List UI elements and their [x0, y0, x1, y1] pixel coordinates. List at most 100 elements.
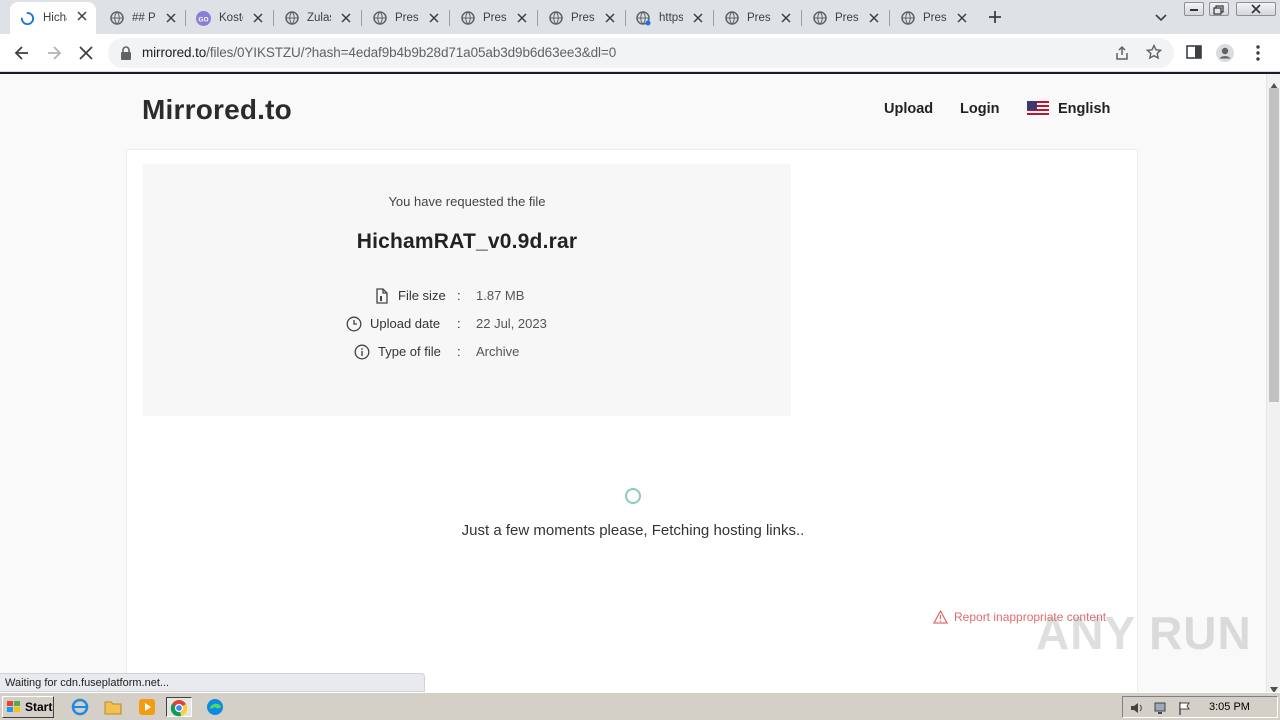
- globe-icon: [636, 10, 651, 26]
- file-card: You have requested the file HichamRAT_v0…: [126, 149, 1138, 692]
- tab[interactable]: Press: [802, 4, 888, 32]
- ie-icon[interactable]: [70, 697, 90, 717]
- close-icon[interactable]: [76, 10, 88, 22]
- loading-message: Just a few moments please, Fetching host…: [461, 522, 805, 539]
- close-icon[interactable]: [780, 12, 792, 24]
- back-arrow-icon[interactable]: [12, 43, 32, 63]
- start-label: Start: [25, 700, 53, 714]
- close-icon[interactable]: [428, 12, 440, 24]
- language-selector[interactable]: English: [1058, 101, 1110, 117]
- login-link[interactable]: Login: [960, 101, 999, 117]
- share-icon[interactable]: [1114, 45, 1130, 61]
- tab-label: Press: [923, 12, 947, 24]
- bookmark-star-icon[interactable]: [1145, 43, 1163, 60]
- warning-triangle-icon: [933, 610, 948, 624]
- globe-icon: [109, 11, 124, 26]
- globe-icon: [812, 11, 827, 26]
- globe-icon: [372, 11, 387, 26]
- meta-colon: :: [457, 288, 461, 303]
- tab[interactable]: Press: [538, 4, 624, 32]
- meta-colon: :: [457, 344, 461, 359]
- clock-icon: [346, 316, 362, 332]
- tab-active[interactable]: HichamRAT: [10, 2, 96, 34]
- forward-arrow-icon[interactable]: [44, 43, 64, 63]
- meta-label: Upload date: [370, 316, 441, 331]
- side-panel-icon[interactable]: [1185, 43, 1205, 63]
- anyrun-watermark: ANY RUN: [1036, 607, 1252, 659]
- meta-label: File size: [398, 288, 446, 303]
- close-icon[interactable]: [868, 12, 880, 24]
- tab[interactable]: ## Pa: [99, 4, 185, 32]
- url-text[interactable]: mirrored.to/files/0YIKSTZU/?hash=4edaf9b…: [142, 45, 616, 60]
- upload-date-value: 22 Jul, 2023: [476, 316, 547, 331]
- chrome-taskbar-button[interactable]: [166, 697, 192, 717]
- close-icon[interactable]: [340, 12, 352, 24]
- close-icon[interactable]: [252, 12, 264, 24]
- media-player-icon[interactable]: [137, 697, 157, 717]
- menu-kebab-icon[interactable]: [1248, 43, 1268, 63]
- tab-label: HichamRAT: [43, 12, 67, 24]
- tab[interactable]: https: [626, 4, 712, 32]
- globe-icon: [284, 11, 299, 26]
- tab[interactable]: Press: [890, 4, 976, 32]
- loading-spinner: [625, 488, 641, 504]
- close-window-icon[interactable]: [1236, 2, 1276, 16]
- file-type-value: Archive: [476, 344, 520, 359]
- tab-label: https: [659, 12, 683, 24]
- file-size-row: File size : 1.87 MB: [143, 288, 791, 308]
- new-tab-icon[interactable]: [986, 8, 1004, 26]
- system-tray: 3:05 PM: [1122, 696, 1278, 718]
- stop-loading-icon[interactable]: [76, 43, 96, 63]
- clock[interactable]: 3:05 PM: [1209, 701, 1250, 713]
- globe-icon: [548, 11, 563, 26]
- file-icon: [374, 288, 390, 304]
- tab[interactable]: Press: [362, 4, 448, 32]
- tab[interactable]: Zulass: [274, 4, 360, 32]
- start-button[interactable]: Start: [2, 696, 54, 718]
- info-icon: [354, 344, 370, 360]
- volume-icon[interactable]: [1129, 700, 1145, 719]
- tab-label: Press: [395, 12, 419, 24]
- requested-text: You have requested the file: [388, 194, 546, 209]
- tab-label: Zulass: [307, 12, 331, 24]
- chevron-down-icon[interactable]: [1154, 10, 1168, 24]
- flag-icon[interactable]: [1177, 700, 1193, 719]
- tab[interactable]: Press: [714, 4, 800, 32]
- meta-colon: :: [457, 316, 461, 331]
- windows-taskbar: Start 3:05 PM: [0, 692, 1280, 720]
- tab[interactable]: Press: [450, 4, 536, 32]
- us-flag-icon[interactable]: [1027, 101, 1049, 117]
- scrollbar-thumb[interactable]: [1269, 88, 1279, 402]
- close-icon[interactable]: [956, 12, 968, 24]
- vertical-scrollbar[interactable]: [1266, 74, 1280, 693]
- edge-icon[interactable]: [205, 697, 225, 717]
- status-bubble: Waiting for cdn.fuseplatform.net...: [0, 673, 425, 692]
- windows-logo-icon: [7, 701, 20, 712]
- file-name: HichamRAT_v0.9d.rar: [356, 230, 578, 253]
- globe-icon: [724, 11, 739, 26]
- scroll-up-arrow-icon[interactable]: [1270, 78, 1278, 89]
- tab-label: Press: [571, 12, 595, 24]
- minimize-icon[interactable]: [1184, 2, 1204, 16]
- restore-icon[interactable]: [1209, 2, 1229, 16]
- upload-link[interactable]: Upload: [884, 101, 933, 117]
- address-bar[interactable]: mirrored.to/files/0YIKSTZU/?hash=4edaf9b…: [108, 38, 1174, 68]
- lock-icon[interactable]: [120, 46, 132, 60]
- scroll-down-arrow-icon[interactable]: [1270, 682, 1278, 693]
- svg-text:GO: GO: [198, 16, 208, 23]
- folder-icon[interactable]: [103, 697, 123, 717]
- close-icon[interactable]: [604, 12, 616, 24]
- profile-avatar-icon[interactable]: [1215, 43, 1235, 63]
- close-icon[interactable]: [692, 12, 704, 24]
- loading-spinner-icon: [20, 11, 35, 26]
- page-content: Mirrored.to Upload Login English You hav…: [0, 74, 1266, 692]
- close-icon[interactable]: [165, 12, 177, 24]
- site-logo[interactable]: Mirrored.to: [142, 94, 292, 126]
- file-type-row: Type of file : Archive: [143, 344, 791, 364]
- tab-label: Press: [483, 12, 507, 24]
- globe-icon: [900, 11, 915, 26]
- meta-label: Type of file: [378, 344, 441, 359]
- network-icon[interactable]: [1153, 700, 1169, 719]
- close-icon[interactable]: [516, 12, 528, 24]
- tab[interactable]: GO Kosten: [186, 4, 272, 32]
